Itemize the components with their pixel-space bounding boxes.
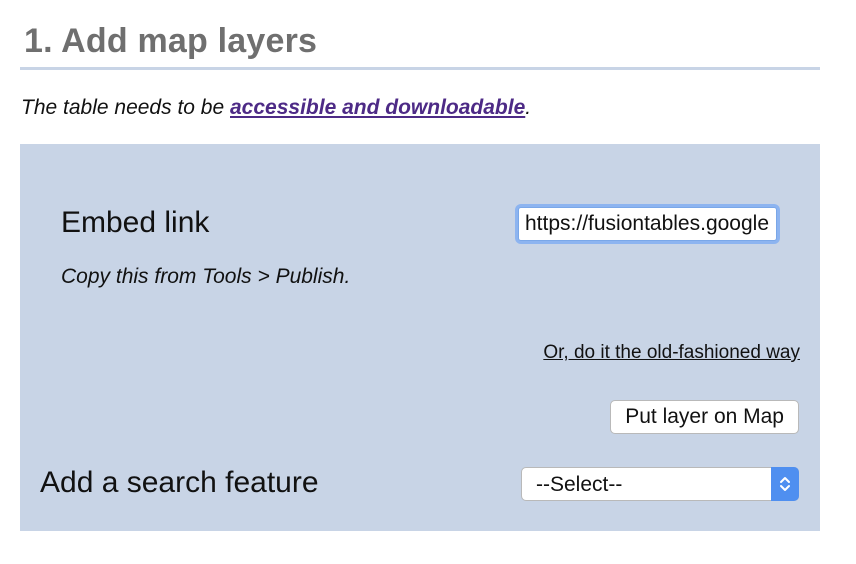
- page: 1. Add map layers The table needs to be …: [0, 0, 856, 564]
- updown-chevron-icon[interactable]: [771, 467, 799, 501]
- note-prefix: The table needs to be: [21, 96, 230, 119]
- note-suffix: .: [525, 96, 532, 119]
- page-title: 1. Add map layers: [24, 22, 318, 60]
- search-feature-select[interactable]: --Select--: [521, 467, 799, 501]
- embed-link-input[interactable]: [518, 207, 777, 241]
- search-feature-label: Add a search feature: [40, 466, 319, 499]
- title-divider: [20, 67, 820, 70]
- embed-link-label: Embed link: [61, 206, 210, 239]
- embed-link-hint: Copy this from Tools > Publish.: [61, 265, 351, 288]
- put-layer-on-map-button[interactable]: Put layer on Map: [610, 400, 799, 434]
- accessible-downloadable-link[interactable]: accessible and downloadable: [230, 96, 525, 119]
- access-note: The table needs to be accessible and dow…: [21, 96, 531, 120]
- old-fashioned-way-link[interactable]: Or, do it the old-fashioned way: [543, 342, 800, 364]
- select-value: --Select--: [536, 473, 623, 496]
- layer-panel: Embed link Copy this from Tools > Publis…: [20, 144, 820, 531]
